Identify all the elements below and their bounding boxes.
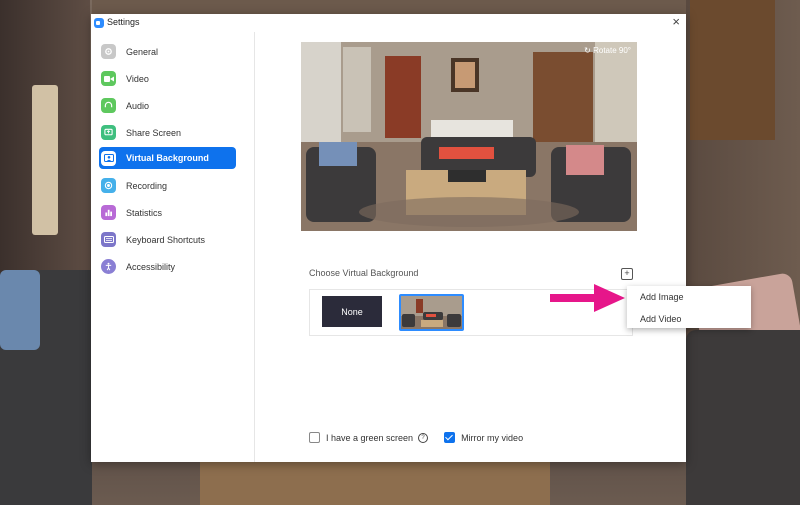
window-title: Settings	[107, 17, 140, 27]
rotate-label: Rotate 90°	[593, 46, 631, 55]
sidebar-item-label: Keyboard Shortcuts	[126, 234, 206, 245]
background-ceiling	[92, 0, 686, 14]
background-table	[200, 462, 550, 505]
headphones-icon	[101, 98, 116, 113]
add-background-menu: Add Image Add Video	[627, 286, 751, 328]
video-camera-icon	[101, 71, 116, 86]
background-armchair	[686, 330, 800, 505]
sidebar-item-statistics[interactable]: Statistics	[99, 202, 235, 223]
gear-icon	[101, 44, 116, 59]
sidebar-item-share-screen[interactable]: Share Screen	[99, 122, 235, 143]
video-preview: ↻ Rotate 90°	[301, 42, 637, 231]
sidebar-item-recording[interactable]: Recording	[99, 175, 235, 196]
menu-item-add-video[interactable]: Add Video	[640, 314, 681, 324]
menu-item-add-image[interactable]: Add Image	[640, 292, 684, 302]
background-pillow	[0, 270, 40, 350]
zoom-app-icon	[94, 18, 104, 28]
sidebar-item-keyboard-shortcuts[interactable]: Keyboard Shortcuts	[99, 229, 235, 250]
person-card-icon	[101, 150, 116, 166]
sidebar-item-label: Recording	[126, 180, 168, 191]
close-button[interactable]: ×	[672, 15, 680, 29]
choose-background-label: Choose Virtual Background	[309, 268, 419, 278]
sidebar-item-video[interactable]: Video	[99, 68, 235, 89]
settings-main-panel: ↻ Rotate 90° Choose Virtual Background +…	[255, 32, 686, 462]
sidebar-item-label: Video	[126, 73, 149, 84]
pointer-arrow-icon	[550, 284, 625, 312]
sidebar-item-audio[interactable]: Audio	[99, 95, 235, 116]
settings-sidebar: General Video Audio Share Screen Virtual…	[91, 32, 255, 462]
sidebar-item-general[interactable]: General	[99, 41, 235, 62]
background-shelf	[690, 0, 775, 140]
bar-chart-icon	[101, 205, 116, 220]
add-background-button[interactable]: +	[621, 268, 633, 280]
sidebar-item-label: Statistics	[126, 207, 163, 218]
living-room-thumbnail	[401, 296, 462, 329]
record-icon	[101, 178, 116, 193]
sidebar-item-label: Audio	[126, 100, 150, 111]
sidebar-item-virtual-background[interactable]: Virtual Background	[99, 147, 236, 169]
living-room-preview-image	[301, 42, 637, 231]
background-living-room-tile[interactable]	[399, 294, 464, 331]
green-screen-checkbox[interactable]	[309, 432, 320, 443]
sidebar-item-accessibility[interactable]: Accessibility	[99, 256, 235, 277]
green-screen-label: I have a green screen	[326, 432, 414, 443]
settings-window: Settings × General Video Audio Share Scr…	[91, 14, 686, 462]
background-lamp	[32, 85, 58, 235]
sidebar-item-label: Virtual Background	[126, 153, 209, 163]
sidebar-item-label: General	[126, 46, 159, 57]
share-screen-icon	[101, 125, 116, 140]
mirror-video-label: Mirror my video	[461, 432, 524, 443]
help-icon[interactable]: ?	[418, 432, 429, 443]
accessibility-icon	[101, 259, 116, 274]
mirror-video-checkbox[interactable]	[444, 432, 456, 443]
background-none-tile[interactable]: None	[322, 296, 382, 327]
sidebar-item-label: Accessibility	[126, 261, 176, 272]
title-bar: Settings ×	[91, 14, 686, 32]
settings-footer: I have a green screen ? Mirror my video	[309, 432, 528, 443]
sidebar-item-label: Share Screen	[126, 127, 182, 138]
keyboard-icon	[101, 232, 116, 247]
rotate-button[interactable]: ↻ Rotate 90°	[584, 46, 631, 55]
